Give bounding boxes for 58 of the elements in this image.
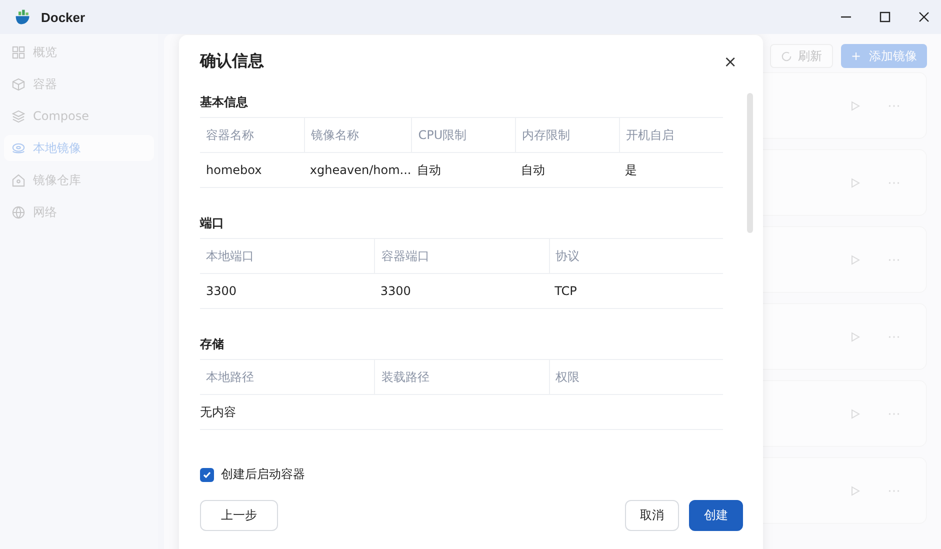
- table-cell: 是: [619, 153, 723, 188]
- table-cell: 自动: [411, 153, 516, 188]
- sidebar-item[interactable]: 本地镜像: [4, 135, 154, 161]
- play-icon[interactable]: [850, 178, 860, 188]
- dialog-title: 确认信息: [200, 50, 264, 72]
- table-cell: TCP: [548, 274, 723, 309]
- disk-icon: [12, 142, 25, 154]
- globe-icon: [12, 206, 25, 218]
- column-header: 开机自启: [619, 118, 723, 153]
- play-icon[interactable]: [850, 100, 860, 110]
- create-button[interactable]: 创建: [689, 500, 743, 531]
- empty-text: 无内容: [200, 395, 723, 430]
- more-icon[interactable]: [888, 412, 900, 416]
- checkbox[interactable]: [200, 468, 214, 482]
- refresh-icon: [780, 50, 792, 62]
- play-icon[interactable]: [850, 408, 860, 418]
- close-icon[interactable]: [918, 11, 930, 23]
- cube-icon: [12, 78, 25, 90]
- table-cell: xgheaven/hom...: [304, 153, 412, 188]
- scrollbar-thumb[interactable]: [747, 93, 753, 233]
- table-cell: 3300: [374, 274, 549, 309]
- grid-icon: [12, 46, 25, 58]
- close-button[interactable]: ×: [720, 52, 741, 70]
- maximize-icon[interactable]: [879, 11, 891, 23]
- section-title: 端口: [200, 215, 225, 232]
- back-button[interactable]: 上一步: [200, 500, 278, 531]
- section-title: 存储: [200, 336, 225, 353]
- column-header: 权限: [548, 360, 723, 395]
- more-icon[interactable]: [888, 104, 900, 108]
- whale-logo-icon: [14, 8, 32, 26]
- more-icon[interactable]: [888, 334, 900, 338]
- section-title: 基本信息: [200, 94, 249, 111]
- play-icon[interactable]: [850, 486, 860, 496]
- window-title: Docker: [41, 10, 86, 24]
- checkmark-icon: [202, 470, 212, 480]
- play-icon[interactable]: [850, 332, 860, 342]
- house-icon: [12, 174, 25, 186]
- more-icon[interactable]: [888, 180, 900, 184]
- refresh-button[interactable]: 刷新: [770, 44, 833, 68]
- add-image-button[interactable]: + 添加镜像: [840, 44, 927, 68]
- more-icon[interactable]: [888, 258, 900, 262]
- column-header: 本地路径: [200, 360, 374, 395]
- table-cell: 自动: [515, 153, 620, 188]
- column-header: 镜像名称: [304, 118, 412, 153]
- more-icon[interactable]: [888, 488, 900, 492]
- column-header: 容器名称: [200, 118, 304, 153]
- column-header: 内存限制: [515, 118, 620, 153]
- play-icon[interactable]: [850, 254, 860, 264]
- column-header: 本地端口: [200, 239, 374, 274]
- table-cell: 3300: [200, 274, 374, 309]
- layers-icon: [12, 110, 25, 122]
- cancel-button[interactable]: 取消: [625, 500, 679, 531]
- checkbox-label: 创建后启动容器: [221, 466, 305, 483]
- column-header: CPU限制: [411, 118, 516, 153]
- column-header: 容器端口: [374, 239, 549, 274]
- column-header: 协议: [548, 239, 723, 274]
- column-header: 装载路径: [374, 360, 549, 395]
- table-cell: homebox: [200, 153, 304, 188]
